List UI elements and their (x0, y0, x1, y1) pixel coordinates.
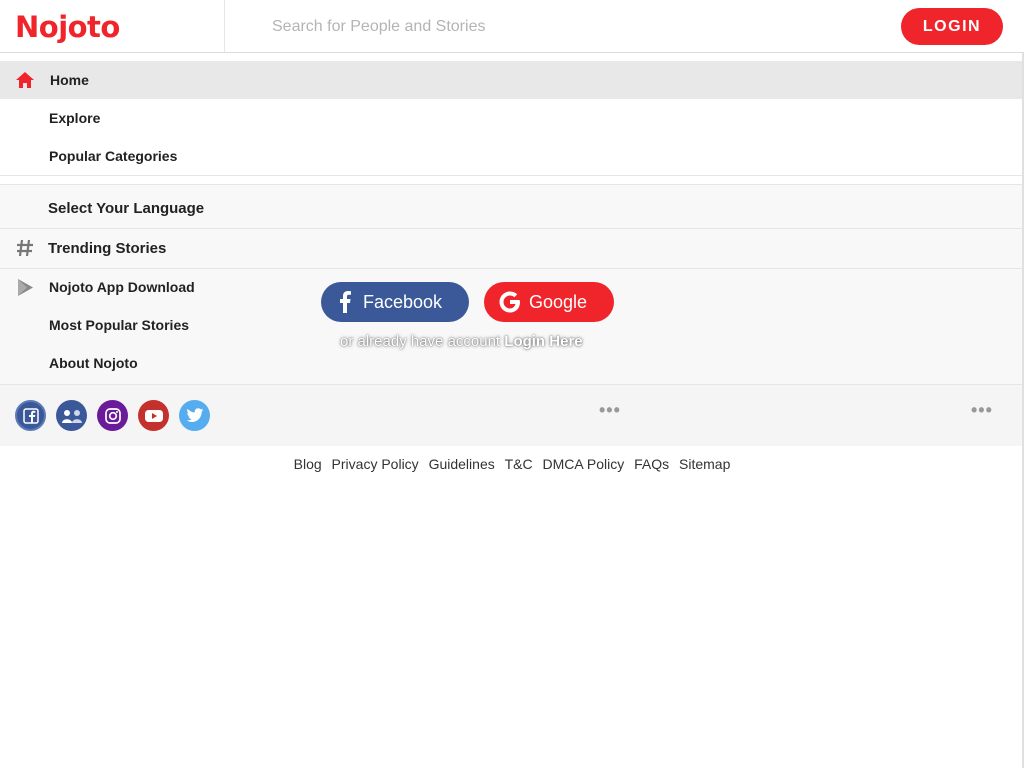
sidebar-item-label: Select Your Language (48, 199, 205, 217)
footer-link-privacy[interactable]: Privacy Policy (332, 456, 419, 472)
footer-link-sitemap[interactable]: Sitemap (679, 456, 730, 472)
footer-links: Blog Privacy Policy Guidelines T&C DMCA … (0, 456, 1024, 472)
header: Nojoto LOGIN (0, 0, 1024, 53)
footer-link-dmca[interactable]: DMCA Policy (543, 456, 625, 472)
footer-link-blog[interactable]: Blog (294, 456, 322, 472)
search-input[interactable] (262, 10, 862, 44)
group-icon[interactable] (56, 400, 87, 431)
sidebar-item-popular-categories[interactable]: Popular Categories (0, 137, 1024, 175)
facebook-icon[interactable] (15, 400, 46, 431)
twitter-icon[interactable] (179, 400, 210, 431)
facebook-label: Facebook (363, 291, 443, 312)
home-icon (15, 70, 35, 90)
divider (0, 184, 1024, 185)
sidebar-item-select-language[interactable]: Select Your Language (0, 189, 1024, 227)
footer-link-faqs[interactable]: FAQs (634, 456, 669, 472)
instagram-icon[interactable] (97, 400, 128, 431)
google-label: Google (529, 291, 588, 312)
login-here-link[interactable]: Login Here (504, 333, 582, 350)
nojoto-logo[interactable]: Nojoto (15, 8, 120, 46)
already-account-text: or already have account Login Here (340, 333, 583, 350)
hashtag-icon (15, 238, 35, 258)
sidebar-item-label: Explore (49, 110, 101, 126)
play-store-icon (15, 277, 35, 297)
sidebar-item-explore[interactable]: Explore (0, 99, 1024, 137)
youtube-icon[interactable] (138, 400, 169, 431)
google-icon (499, 291, 521, 313)
sidebar-item-label: Nojoto App Download (49, 279, 195, 295)
sidebar-item-label: Home (50, 72, 89, 88)
sidebar-item-trending-stories[interactable]: Trending Stories (0, 229, 1024, 267)
footer-link-tc[interactable]: T&C (505, 456, 533, 472)
divider (0, 175, 1024, 176)
sidebar-item-label: About Nojoto (49, 355, 138, 371)
sidebar-item-label: Most Popular Stories (49, 317, 190, 333)
footer-link-guidelines[interactable]: Guidelines (429, 456, 495, 472)
login-button[interactable]: LOGIN (901, 8, 1003, 45)
sidebar-item-label: Popular Categories (49, 148, 178, 164)
header-divider (224, 0, 225, 52)
more-options-icon[interactable]: ••• (599, 400, 621, 421)
sidebar-item-home[interactable]: Home (0, 61, 1024, 99)
sidebar-item-label: Trending Stories (48, 239, 167, 257)
google-login-button[interactable]: Google (484, 282, 614, 322)
more-options-icon[interactable]: ••• (971, 400, 993, 421)
facebook-icon (339, 291, 351, 313)
facebook-login-button[interactable]: Facebook (321, 282, 469, 322)
